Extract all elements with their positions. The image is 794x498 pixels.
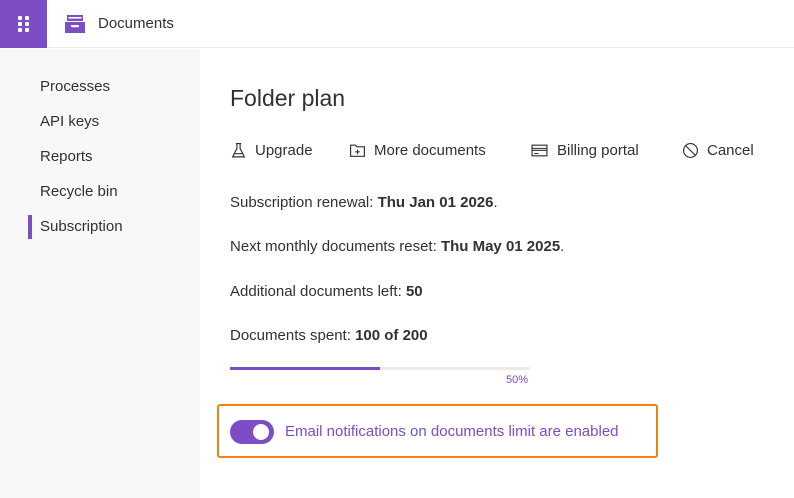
cancel-button[interactable]: Cancel <box>682 139 754 161</box>
more-documents-label: More documents <box>374 141 486 159</box>
email-notifications-label[interactable]: Email notifications on documents limit a… <box>285 423 619 440</box>
add-folder-icon <box>350 144 365 157</box>
main-content: Folder plan Upgrade More documents Billi… <box>200 49 794 498</box>
cancel-label: Cancel <box>707 141 754 159</box>
email-notifications-toggle[interactable] <box>230 420 274 444</box>
more-documents-button[interactable]: More documents <box>349 139 486 161</box>
spent-label: Documents spent: <box>230 327 356 344</box>
documents-reset: Next monthly documents reset: Thu May 01… <box>230 238 564 255</box>
sidebar: Processes API keys Reports Recycle bin S… <box>0 49 200 498</box>
additional-value: 50 <box>405 283 423 300</box>
archive-drawer-icon <box>65 15 85 33</box>
app-title: Documents <box>98 15 174 32</box>
subscription-renewal: Subscription renewal: Thu Jan 01 2026. <box>230 194 498 211</box>
credit-card-icon <box>531 144 548 156</box>
selected-indicator <box>28 215 32 239</box>
sidebar-item-reports[interactable]: Reports <box>40 146 93 168</box>
billing-portal-button[interactable]: Billing portal <box>530 139 639 161</box>
upgrade-label: Upgrade <box>255 141 313 159</box>
renewal-label: Subscription renewal: <box>230 194 378 211</box>
additional-label: Additional documents left: <box>230 283 406 300</box>
waffle-icon[interactable] <box>0 0 47 48</box>
flask-icon <box>231 142 246 157</box>
documents-spent: Documents spent: 100 of 200 <box>230 327 428 344</box>
usage-progress-bar <box>230 367 530 370</box>
page-title: Folder plan <box>230 85 346 111</box>
top-bar: Documents <box>0 0 794 48</box>
usage-progress-fill <box>230 367 380 370</box>
billing-portal-label: Billing portal <box>557 141 639 159</box>
renewal-suffix: . <box>493 194 498 211</box>
additional-documents: Additional documents left: 50 <box>230 283 423 300</box>
sidebar-item-subscription[interactable]: Subscription <box>40 216 123 238</box>
toggle-knob <box>253 424 269 440</box>
reset-suffix: . <box>560 238 565 255</box>
upgrade-button[interactable]: Upgrade <box>230 139 313 161</box>
renewal-date: Thu Jan 01 2026 <box>377 194 494 211</box>
reset-label: Next monthly documents reset: <box>230 238 441 255</box>
sidebar-item-recycle-bin[interactable]: Recycle bin <box>40 181 118 203</box>
prohibited-icon <box>683 142 698 158</box>
sidebar-item-api-keys[interactable]: API keys <box>40 111 99 133</box>
spent-value: 100 of 200 <box>355 327 428 344</box>
usage-progress-label: 50% <box>506 374 529 386</box>
reset-date: Thu May 01 2025 <box>440 238 561 255</box>
sidebar-item-processes[interactable]: Processes <box>40 76 110 98</box>
